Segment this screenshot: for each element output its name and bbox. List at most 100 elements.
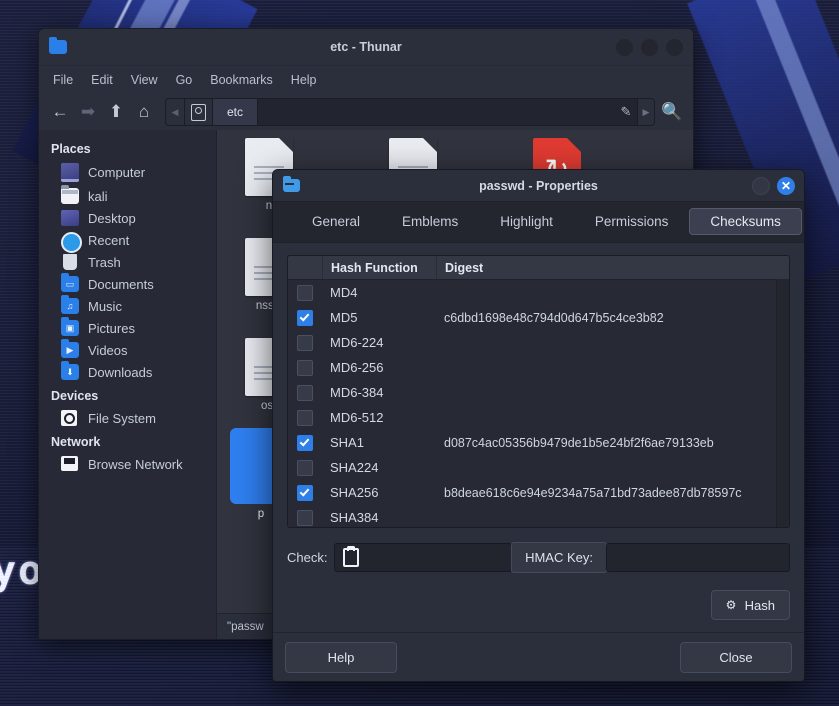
forward-arrow-icon[interactable]: ➡ (75, 99, 101, 125)
gear-icon: ⚙ (726, 599, 739, 612)
home-folder-icon (61, 188, 79, 204)
table-row[interactable]: MD6-256 (288, 355, 789, 380)
home-icon[interactable]: ⌂ (131, 99, 157, 125)
sidebar-item-label: File System (88, 411, 156, 426)
sidebar-section-places: Places (39, 136, 216, 160)
row-checkbox[interactable] (288, 385, 322, 401)
close-button[interactable] (666, 39, 683, 56)
dialog-titlebar[interactable]: passwd - Properties ✕ (273, 170, 804, 201)
hash-button[interactable]: ⚙ Hash (711, 590, 790, 620)
row-checkbox[interactable] (288, 485, 322, 501)
menu-bookmarks[interactable]: Bookmarks (202, 70, 281, 90)
tab-permissions[interactable]: Permissions (574, 208, 690, 235)
row-checkbox[interactable] (288, 360, 322, 376)
hmac-key-input[interactable] (606, 543, 790, 572)
sidebar-item-browse-network[interactable]: Browse Network (39, 453, 216, 475)
screen: you become, etc - Thunar File Edit View … (0, 0, 839, 706)
close-button[interactable]: ✕ (777, 177, 795, 195)
row-checkbox[interactable] (288, 510, 322, 526)
sidebar-item-music[interactable]: ♫ Music (39, 295, 216, 317)
table-row[interactable]: SHA256 b8deae618c6e94e9234a75a71bd73adee… (288, 480, 789, 505)
row-checkbox[interactable] (288, 460, 322, 476)
hash-name: MD5 (322, 310, 436, 325)
hash-name: MD6-256 (322, 360, 436, 375)
table-row[interactable]: MD5 c6dbd1698e48c794d0d647b5c4ce3b82 (288, 305, 789, 330)
row-checkbox[interactable] (288, 410, 322, 426)
music-folder-icon: ♫ (61, 298, 79, 314)
window-title: etc - Thunar (39, 40, 693, 54)
row-checkbox[interactable] (288, 285, 322, 301)
hmac-key-button[interactable]: HMAC Key: (511, 542, 607, 573)
sidebar-item-label: Documents (88, 277, 154, 292)
menu-view[interactable]: View (123, 70, 166, 90)
desktop-icon (61, 210, 79, 226)
sidebar-item-downloads[interactable]: ⬇ Downloads (39, 361, 216, 383)
sidebar-item-pictures[interactable]: ▣ Pictures (39, 317, 216, 339)
sidebar-item-desktop[interactable]: Desktop (39, 207, 216, 229)
sidebar-item-label: Computer (88, 165, 145, 180)
menu-file[interactable]: File (45, 70, 81, 90)
table-row[interactable]: SHA224 (288, 455, 789, 480)
sidebar-item-documents[interactable]: ▭ Documents (39, 273, 216, 295)
filesystem-disc-icon[interactable] (185, 99, 213, 125)
hash-name: MD6-224 (322, 335, 436, 350)
menu-edit[interactable]: Edit (83, 70, 121, 90)
menu-help[interactable]: Help (283, 70, 325, 90)
column-header-digest[interactable]: Digest (437, 261, 789, 275)
tab-checksums[interactable]: Checksums (689, 208, 802, 235)
sidebar-item-file-system[interactable]: File System (39, 407, 216, 429)
sidebar-item-computer[interactable]: Computer (39, 160, 216, 185)
hash-name: SHA384 (322, 510, 436, 525)
table-row[interactable]: SHA1 d087c4ac05356b9479de1b5e24bf2f6ae79… (288, 430, 789, 455)
menu-go[interactable]: Go (168, 70, 201, 90)
row-checkbox[interactable] (288, 335, 322, 351)
search-icon[interactable]: 🔍 (659, 99, 685, 125)
dialog-window-controls: ✕ (752, 177, 795, 195)
checksum-table[interactable]: Hash Function Digest MD4 MD5 c6dbd1698e4… (287, 255, 790, 528)
row-checkbox[interactable] (288, 435, 322, 451)
table-row[interactable]: MD6-224 (288, 330, 789, 355)
pencil-icon[interactable]: ✎ (615, 104, 637, 120)
sidebar-item-videos[interactable]: ▶ Videos (39, 339, 216, 361)
sidebar-item-kali[interactable]: kali (39, 185, 216, 207)
sidebar-item-label: kali (88, 189, 108, 204)
tab-emblems[interactable]: Emblems (381, 208, 479, 235)
check-row: Check: HMAC Key: (287, 542, 790, 573)
file-manager-titlebar[interactable]: etc - Thunar (39, 29, 693, 66)
chevron-left-icon[interactable]: ◀ (166, 99, 185, 125)
vertical-scrollbar[interactable] (776, 279, 789, 527)
tab-highlight[interactable]: Highlight (479, 208, 574, 235)
check-input[interactable] (334, 543, 512, 572)
hash-digest: d087c4ac05356b9479de1b5e24bf2f6ae79133eb (436, 436, 789, 450)
close-dialog-button[interactable]: Close (680, 642, 792, 673)
dialog-footer: Help Close (273, 632, 804, 681)
table-row[interactable]: SHA384 (288, 505, 789, 528)
trash-icon (61, 254, 79, 270)
minimize-button[interactable] (752, 177, 770, 195)
column-header-checkbox[interactable] (288, 256, 323, 279)
downloads-folder-icon: ⬇ (61, 364, 79, 380)
tab-general[interactable]: General (291, 208, 381, 235)
sidebar-item-recent[interactable]: Recent (39, 229, 216, 251)
column-header-hash-function[interactable]: Hash Function (323, 256, 437, 279)
computer-icon (61, 163, 79, 182)
table-row[interactable]: MD6-512 (288, 405, 789, 430)
row-checkbox[interactable] (288, 310, 322, 326)
dialog-title: passwd - Properties (273, 179, 804, 193)
sidebar-item-label: Desktop (88, 211, 136, 226)
chevron-right-icon[interactable]: ▶ (637, 99, 654, 125)
up-arrow-icon[interactable]: ⬆ (103, 99, 129, 125)
table-row[interactable]: MD4 (288, 280, 789, 305)
path-bar[interactable]: ◀ etc ✎ ▶ (165, 98, 655, 126)
minimize-button[interactable] (616, 39, 633, 56)
sidebar-item-label: Videos (88, 343, 128, 358)
help-button[interactable]: Help (285, 642, 397, 673)
sidebar-section-devices: Devices (39, 383, 216, 407)
clipboard-paste-icon[interactable] (343, 548, 359, 567)
table-row[interactable]: MD6-384 (288, 380, 789, 405)
maximize-button[interactable] (641, 39, 658, 56)
sidebar: Places Computer kali Desktop Recent (39, 130, 217, 640)
sidebar-item-trash[interactable]: Trash (39, 251, 216, 273)
back-arrow-icon[interactable]: ← (47, 99, 73, 125)
path-segment-etc[interactable]: etc (213, 99, 258, 125)
